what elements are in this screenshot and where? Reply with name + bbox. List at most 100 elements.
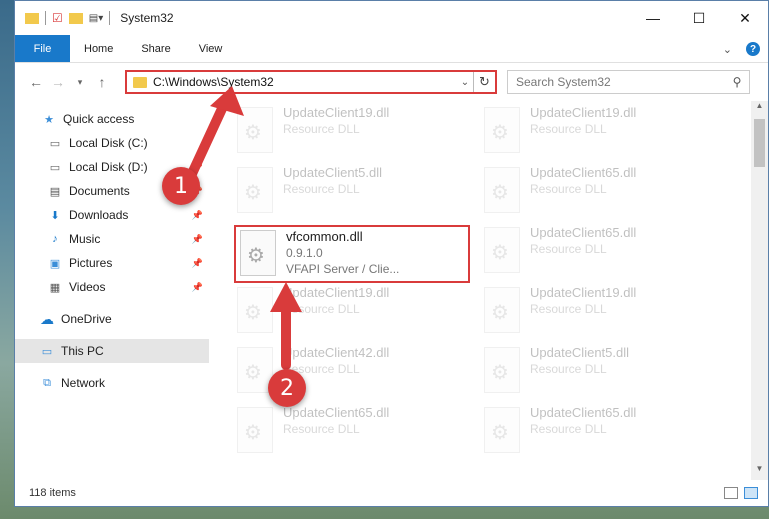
dll-file-icon xyxy=(237,287,273,333)
window-controls: — ☐ ✕ xyxy=(630,1,768,35)
sidebar-item-quick-access[interactable]: ★ Quick access xyxy=(15,107,209,131)
sidebar-item-onedrive[interactable]: ☁ OneDrive xyxy=(15,307,209,331)
scroll-down-icon[interactable]: ▼ xyxy=(751,464,768,480)
video-icon: ▦ xyxy=(49,281,61,294)
file-item[interactable]: UpdateClient19.dll Resource DLL xyxy=(484,281,714,337)
sidebar-item-pictures[interactable]: ▣ Pictures 📌 xyxy=(15,251,209,275)
toolbar-separator xyxy=(109,11,111,25)
navigation-pane: ★ Quick access ▭ Local Disk (C:) ▭ Local… xyxy=(15,101,209,480)
file-name: UpdateClient65.dll xyxy=(283,405,390,420)
recent-locations-icon[interactable]: ▾ xyxy=(69,77,91,88)
file-item[interactable]: UpdateClient19.dll Resource DLL xyxy=(484,101,714,157)
file-description: Resource DLL xyxy=(283,182,360,196)
refresh-icon[interactable]: ↻ xyxy=(473,72,495,92)
file-description: Resource DLL xyxy=(283,122,360,136)
file-name: UpdateClient65.dll xyxy=(530,165,637,180)
vertical-scrollbar[interactable]: ▲ ▼ xyxy=(751,101,768,480)
dll-file-icon xyxy=(237,107,273,153)
forward-arrow-icon[interactable]: → xyxy=(47,74,69,90)
sidebar-item-label: Videos xyxy=(69,280,106,294)
sidebar-item-music[interactable]: ♪ Music 📌 xyxy=(15,227,209,251)
expand-ribbon-icon[interactable]: ⌄ xyxy=(723,43,732,56)
tab-file[interactable]: File xyxy=(15,35,70,62)
item-count: 118 items xyxy=(29,487,76,499)
help-icon[interactable]: ? xyxy=(746,42,760,56)
minimize-button[interactable]: — xyxy=(630,1,676,35)
tab-view[interactable]: View xyxy=(185,35,237,62)
maximize-button[interactable]: ☐ xyxy=(676,1,722,35)
file-name: UpdateClient5.dll xyxy=(283,165,383,180)
music-icon: ♪ xyxy=(52,233,58,245)
search-icon[interactable]: ⚲ xyxy=(725,75,749,89)
file-version: 0.9.1.0 xyxy=(286,246,323,260)
sidebar-item-label: Local Disk (D:) xyxy=(69,160,148,174)
toolbar-separator xyxy=(45,11,46,25)
address-bar[interactable]: C:\Windows\System32 ⌄ ↻ xyxy=(125,70,497,94)
file-item[interactable]: UpdateClient19.dll Resource DLL xyxy=(237,281,467,337)
tab-home[interactable]: Home xyxy=(70,35,127,62)
tab-share[interactable]: Share xyxy=(127,35,184,62)
pin-icon[interactable]: 📌 xyxy=(192,282,203,293)
file-item[interactable]: UpdateClient65.dll Resource DLL xyxy=(484,401,714,457)
details-view-icon[interactable] xyxy=(724,487,738,499)
close-button[interactable]: ✕ xyxy=(722,1,768,35)
dll-file-icon xyxy=(484,407,520,453)
sidebar-item-network[interactable]: ⧉ Network xyxy=(15,371,209,395)
file-name: UpdateClient5.dll xyxy=(530,345,630,360)
up-arrow-icon[interactable]: ↑ xyxy=(91,74,113,90)
file-description: Resource DLL xyxy=(530,422,607,436)
sidebar-item-downloads[interactable]: ⬇ Downloads 📌 xyxy=(15,203,209,227)
pin-icon[interactable]: 📌 xyxy=(192,258,203,269)
chevron-down-icon[interactable]: ⌄ xyxy=(457,77,473,88)
file-description: Resource DLL xyxy=(530,122,607,136)
sidebar-item-label: Quick access xyxy=(63,112,135,126)
dll-file-icon xyxy=(237,167,273,213)
document-icon: ▤ xyxy=(49,185,61,198)
customize-toolbar-icon[interactable]: ▤▾ xyxy=(89,13,103,24)
sidebar-item-label: Pictures xyxy=(69,256,113,270)
sidebar-item-label: Network xyxy=(61,376,106,390)
file-name: UpdateClient19.dll xyxy=(283,105,390,120)
file-item[interactable]: UpdateClient19.dll Resource DLL xyxy=(237,101,467,157)
properties-icon[interactable]: ☑ xyxy=(52,11,63,25)
sidebar-item-label: OneDrive xyxy=(61,312,112,326)
sidebar-item-label: This PC xyxy=(61,344,104,358)
status-bar: 118 items xyxy=(15,480,768,506)
star-icon: ★ xyxy=(44,113,54,126)
new-folder-icon[interactable] xyxy=(68,12,83,24)
title-bar: ☑ ▤▾ System32 — ☐ ✕ xyxy=(15,1,768,35)
folder-icon xyxy=(25,12,39,24)
step-1-callout: 1 xyxy=(162,167,200,205)
scrollbar-thumb[interactable] xyxy=(754,119,765,167)
file-explorer-window: ☑ ▤▾ System32 — ☐ ✕ File Home Share View… xyxy=(14,0,769,507)
address-path[interactable]: C:\Windows\System32 xyxy=(153,75,457,89)
file-item[interactable]: UpdateClient65.dll Resource DLL xyxy=(237,401,467,457)
file-item[interactable]: UpdateClient65.dll Resource DLL xyxy=(484,161,714,217)
back-arrow-icon[interactable]: ← xyxy=(25,74,47,90)
file-item[interactable]: UpdateClient65.dll Resource DLL xyxy=(484,221,714,277)
large-icons-view-icon[interactable] xyxy=(744,487,758,499)
dll-file-icon xyxy=(484,107,520,153)
file-item[interactable]: UpdateClient5.dll Resource DLL xyxy=(484,341,714,397)
pin-icon[interactable]: 📌 xyxy=(192,234,203,245)
file-name: UpdateClient19.dll xyxy=(283,285,390,300)
sidebar-item-videos[interactable]: ▦ Videos 📌 xyxy=(15,275,209,299)
pin-icon[interactable]: 📌 xyxy=(192,210,203,221)
content-area: ★ Quick access ▭ Local Disk (C:) ▭ Local… xyxy=(15,101,768,480)
sidebar-item-this-pc[interactable]: ▭ This PC xyxy=(15,339,209,363)
network-icon: ⧉ xyxy=(43,376,51,389)
scroll-up-icon[interactable]: ▲ xyxy=(751,101,768,117)
sidebar-item-label: Downloads xyxy=(69,208,129,222)
file-description: Resource DLL xyxy=(530,182,607,196)
file-description: Resource DLL xyxy=(283,302,360,316)
file-name: UpdateClient19.dll xyxy=(530,105,637,120)
file-description: Resource DLL xyxy=(530,302,607,316)
file-item-vfcommon[interactable]: vfcommon.dll 0.9.1.0 VFAPI Server / Clie… xyxy=(234,225,470,283)
sidebar-item-local-disk-c[interactable]: ▭ Local Disk (C:) xyxy=(15,131,209,155)
file-name: UpdateClient19.dll xyxy=(530,285,637,300)
search-box[interactable]: ⚲ xyxy=(507,70,750,94)
file-item[interactable]: UpdateClient5.dll Resource DLL xyxy=(237,161,467,217)
search-input[interactable] xyxy=(516,75,725,89)
dll-file-icon xyxy=(240,230,276,276)
quick-access-toolbar: ☑ ▤▾ xyxy=(15,1,111,35)
